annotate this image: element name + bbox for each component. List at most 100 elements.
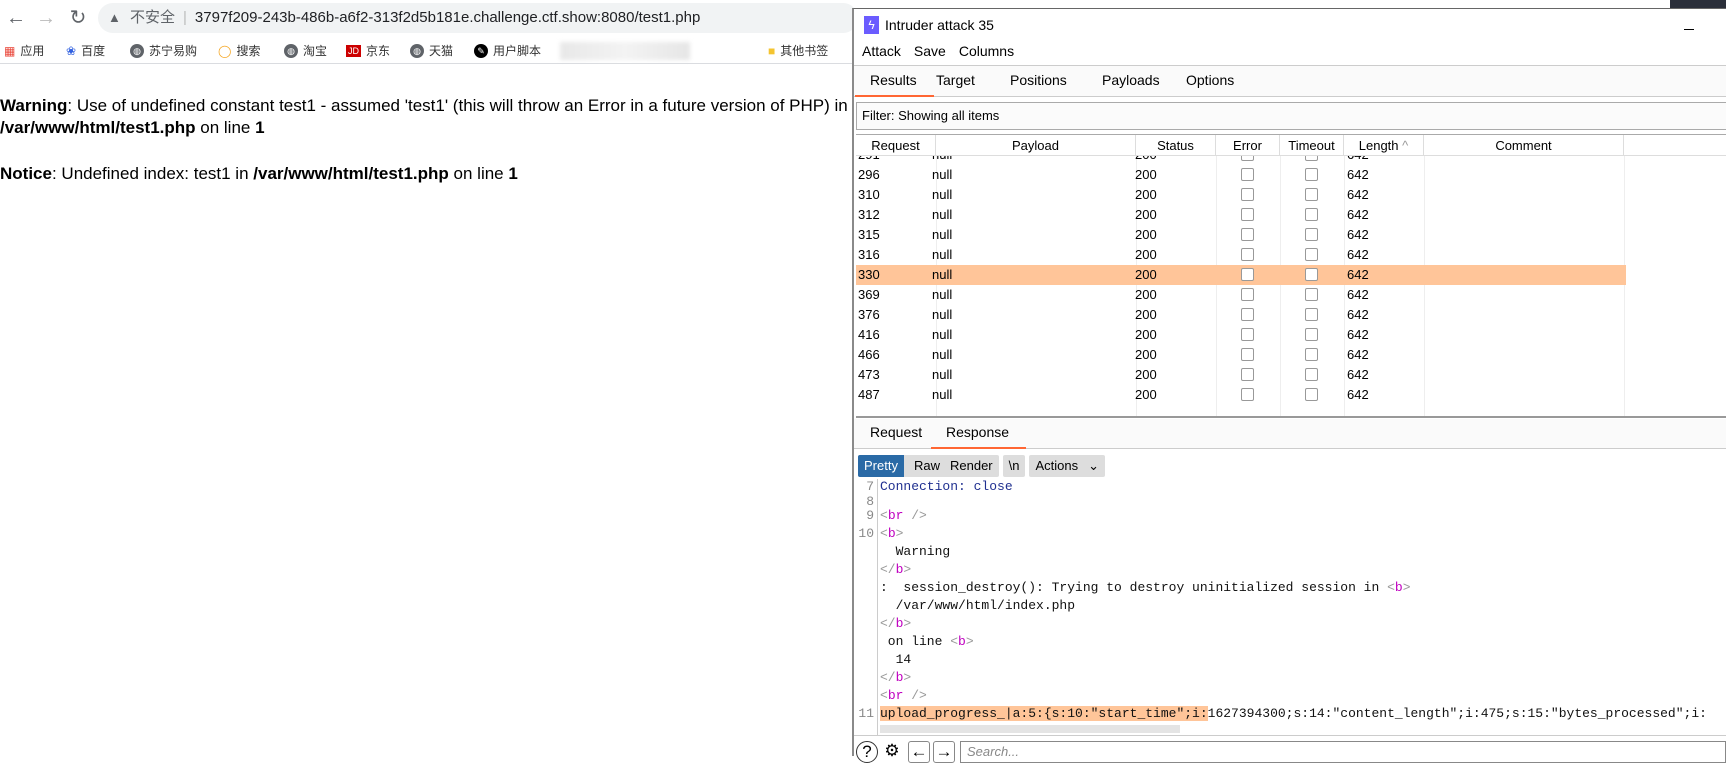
error-checkbox[interactable]: [1241, 168, 1254, 181]
menu-columns[interactable]: Columns: [959, 43, 1014, 59]
length-cell: 642: [1347, 347, 1369, 362]
payload-cell: null: [932, 387, 953, 402]
tab-results[interactable]: Results: [855, 72, 934, 97]
column-payload[interactable]: Payload: [936, 135, 1136, 156]
timeout-checkbox[interactable]: [1305, 188, 1318, 201]
attack-tabs: Results Target Positions Payloads Option…: [854, 65, 1726, 97]
request-cell: 466: [858, 347, 880, 362]
help-icon[interactable]: ?: [856, 741, 878, 763]
table-row[interactable]: 466 null 200 642: [856, 345, 1626, 365]
table-row[interactable]: 376 null 200 642: [856, 305, 1626, 325]
table-row[interactable]: 487 null 200 642: [856, 385, 1626, 405]
status-cell: 200: [1135, 347, 1157, 362]
folder-icon: ■: [768, 43, 776, 58]
timeout-checkbox[interactable]: [1305, 388, 1318, 401]
timeout-checkbox[interactable]: [1305, 228, 1318, 241]
pretty-button[interactable]: Pretty: [858, 455, 904, 477]
raw-button[interactable]: Raw: [914, 455, 940, 477]
gear-icon[interactable]: ⚙: [880, 741, 904, 763]
error-checkbox[interactable]: [1241, 188, 1254, 201]
error-checkbox[interactable]: [1241, 348, 1254, 361]
view-toolbar: Pretty Raw Render \n Actions ⌄: [858, 455, 1106, 477]
bookmark-userscript[interactable]: ✎ 用户脚本: [474, 42, 541, 59]
bookmark-apps[interactable]: ▦ 应用: [4, 42, 44, 59]
status-cell: 200: [1135, 307, 1157, 322]
window-title: ϟ Intruder attack 35: [864, 16, 994, 34]
error-checkbox[interactable]: [1241, 268, 1254, 281]
column-error[interactable]: Error: [1216, 135, 1280, 156]
timeout-checkbox[interactable]: [1305, 308, 1318, 321]
globe-icon: ◍: [410, 43, 424, 58]
timeout-checkbox[interactable]: [1305, 248, 1318, 261]
timeout-checkbox[interactable]: [1305, 288, 1318, 301]
warning-triangle-icon[interactable]: ▲: [108, 10, 121, 25]
address-bar[interactable]: 不安全 | 3797f209-243b-486b-a6f2-313f2d5b181e…: [98, 3, 858, 33]
column-status[interactable]: Status: [1136, 135, 1216, 156]
response-editor[interactable]: 7 Connection: close 8 9 <br /> 10 <b> Warni…: [854, 479, 1726, 735]
column-request[interactable]: Request: [856, 135, 936, 156]
horizontal-scrollbar[interactable]: [880, 725, 1180, 733]
error-checkbox[interactable]: [1241, 368, 1254, 381]
timeout-checkbox[interactable]: [1305, 268, 1318, 281]
column-comment[interactable]: Comment: [1424, 135, 1624, 156]
tab-response[interactable]: Response: [930, 424, 1027, 449]
payload-cell: null: [932, 187, 953, 202]
next-arrow-icon[interactable]: →: [933, 741, 955, 763]
warning-message: Warning: Use of undefined constant test1…: [0, 96, 848, 137]
render-button[interactable]: Render: [950, 455, 993, 477]
timeout-checkbox[interactable]: [1305, 368, 1318, 381]
menu-attack[interactable]: Attack: [862, 43, 901, 59]
bookmark-jd[interactable]: JD 京东: [346, 42, 390, 59]
table-row[interactable]: 416 null 200 642: [856, 325, 1626, 345]
tab-options[interactable]: Options: [1186, 72, 1234, 88]
table-row[interactable]: 310 null 200 642: [856, 185, 1626, 205]
minimize-button[interactable]: [1684, 29, 1694, 30]
table-row[interactable]: 296 null 200 642: [856, 165, 1626, 185]
forward-icon[interactable]: →: [34, 6, 58, 30]
column-length[interactable]: Length ^: [1344, 135, 1424, 156]
table-row[interactable]: 316 null 200 642: [856, 245, 1626, 265]
blurred-bookmarks: [560, 42, 690, 60]
tab-positions[interactable]: Positions: [1010, 72, 1067, 88]
menu-save[interactable]: Save: [914, 43, 946, 59]
tab-payloads[interactable]: Payloads: [1102, 72, 1160, 88]
bookmark-baidu[interactable]: ❀ 百度: [66, 42, 105, 59]
table-row[interactable]: 369 null 200 642: [856, 285, 1626, 305]
search-input[interactable]: Search...: [960, 741, 1726, 763]
bookmark-tmall[interactable]: ◍ 天猫: [410, 42, 453, 59]
length-cell: 642: [1347, 327, 1369, 342]
back-icon[interactable]: ←: [4, 6, 28, 30]
timeout-checkbox[interactable]: [1305, 328, 1318, 341]
newline-toggle[interactable]: \n: [1002, 455, 1026, 477]
table-row[interactable]: 473 null 200 642: [856, 365, 1626, 385]
table-row[interactable]: 315 null 200 642: [856, 225, 1626, 245]
error-checkbox[interactable]: [1241, 288, 1254, 301]
bookmark-other[interactable]: ■ 其他书签: [768, 42, 828, 59]
reload-icon[interactable]: ↻: [66, 6, 90, 30]
error-checkbox[interactable]: [1241, 208, 1254, 221]
error-checkbox[interactable]: [1241, 308, 1254, 321]
intruder-attack-window: ϟ Intruder attack 35 Attack Save Columns …: [852, 8, 1726, 765]
column-timeout[interactable]: Timeout: [1280, 135, 1344, 156]
timeout-checkbox[interactable]: [1305, 168, 1318, 181]
filter-bar[interactable]: Filter: Showing all items: [856, 102, 1726, 130]
error-checkbox[interactable]: [1241, 388, 1254, 401]
previous-arrow-icon[interactable]: ←: [908, 741, 930, 763]
tab-target[interactable]: Target: [936, 72, 975, 88]
table-row[interactable]: 312 null 200 642: [856, 205, 1626, 225]
request-cell: 330: [858, 267, 880, 282]
error-checkbox[interactable]: [1241, 248, 1254, 261]
bookmark-search[interactable]: ◯ 搜索: [218, 42, 260, 59]
tab-request[interactable]: Request: [870, 424, 922, 440]
error-checkbox[interactable]: [1241, 328, 1254, 341]
error-checkbox[interactable]: [1241, 228, 1254, 241]
length-cell: 642: [1347, 307, 1369, 322]
bookmark-taobao[interactable]: ◍ 淘宝: [284, 42, 327, 59]
request-cell: 310: [858, 187, 880, 202]
table-row[interactable]: 330 null 200 642: [856, 265, 1626, 285]
timeout-checkbox[interactable]: [1305, 208, 1318, 221]
bookmark-suning[interactable]: ◍ 苏宁易购: [130, 42, 197, 59]
timeout-checkbox[interactable]: [1305, 348, 1318, 361]
actions-button[interactable]: Actions ⌄: [1029, 455, 1106, 477]
baidu-paw-icon: ❀: [66, 43, 77, 58]
